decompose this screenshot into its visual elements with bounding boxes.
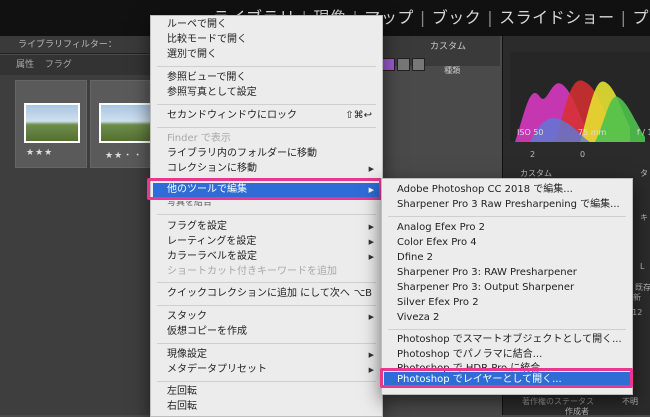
module-book[interactable]: ブック (432, 8, 482, 27)
lock-shortcut: ⇧⌘↩ (345, 110, 372, 121)
submenu-arrow-icon: ▶ (368, 238, 374, 246)
gray-swatch[interactable] (412, 58, 425, 71)
menu-open-reference[interactable]: 参照ビューで開く (167, 71, 246, 85)
menu-divider (157, 66, 376, 67)
menu-go-to-collection-label: コレクションに移動 (167, 163, 257, 174)
menu-open-compare[interactable]: 比較モードで開く (167, 33, 247, 47)
submenu-arrow-icon: ▶ (368, 165, 374, 173)
menu-divider (388, 329, 626, 330)
aperture: f / 14 (636, 128, 650, 137)
menu-divider (157, 127, 376, 128)
menu-set-color-label[interactable]: カラーラベルを設定 ▶ (167, 250, 382, 264)
annotation-highlight-edit-in (147, 178, 382, 200)
menu-quick-collection-label: クイックコレクションに追加 にして次へ (167, 288, 350, 299)
menu-set-rating-label: レーティングを設定 (167, 236, 257, 247)
menu-develop-settings-label: 現像設定 (167, 349, 207, 360)
quick-shortcut: ⌥B (353, 288, 372, 299)
stat-b: 0 (580, 150, 586, 159)
edit-in-submenu: Adobe Photoshop CC 2018 で編集... Sharpener… (381, 178, 633, 395)
menu-quick-collection-next[interactable]: クイックコレクションに追加 にして次へ ⌥B (167, 287, 382, 301)
stat-a: 2 (530, 150, 536, 159)
menu-set-rating[interactable]: レーティングを設定 ▶ (167, 235, 382, 249)
photo-thumbnail[interactable] (24, 103, 80, 143)
submenu-sharpener-output[interactable]: Sharpener Pro 3: Output Sharpener (397, 281, 574, 295)
menu-divider (157, 381, 376, 382)
submenu-color-efex[interactable]: Color Efex Pro 4 (397, 236, 477, 250)
menu-rotate-right[interactable]: 右回転 (167, 400, 197, 414)
panel-cut-c: L (640, 262, 645, 271)
exif-info: ISO 50 75 mm f / 14 (517, 128, 650, 137)
menu-create-virtual-copy[interactable]: 仮想コピーを作成 (167, 325, 247, 339)
menu-divider (388, 216, 626, 217)
submenu-dfine[interactable]: Dfine 2 (397, 251, 433, 265)
submenu-arrow-icon: ▶ (368, 351, 374, 359)
menu-open-survey[interactable]: 選別で開く (167, 48, 217, 62)
menu-divider (157, 282, 376, 283)
menu-divider (157, 343, 376, 344)
submenu-analog-efex[interactable]: Analog Efex Pro 2 (397, 221, 485, 235)
grid-cell[interactable]: ★★★ (15, 80, 87, 168)
menu-stack[interactable]: スタック ▶ (167, 310, 382, 324)
menu-metadata-presets[interactable]: メタデータプリセット ▶ (167, 363, 382, 377)
menu-metadata-presets-label: メタデータプリセット (167, 364, 267, 375)
submenu-viveza[interactable]: Viveza 2 (397, 311, 439, 325)
submenu-silver-efex[interactable]: Silver Efex Pro 2 (397, 296, 479, 310)
menu-rotate-left[interactable]: 左回転 (167, 385, 197, 399)
filter-row: 属性 フラグ (0, 55, 150, 75)
panel-cut-a: タ (640, 169, 648, 178)
library-filter-label: ライブラリフィルター： (18, 40, 117, 50)
custom-filter-label[interactable]: カスタム (430, 39, 466, 52)
filter-flag[interactable]: フラグ (45, 60, 72, 70)
menu-show-in-finder: Finder で表示 (167, 133, 231, 144)
menu-go-to-collection[interactable]: コレクションに移動 ▶ (167, 162, 382, 176)
color-label-swatches[interactable]: 種類 (382, 58, 460, 75)
submenu-open-smart-object[interactable]: Photoshop でスマートオブジェクトとして開く... (397, 333, 622, 347)
submenu-arrow-icon: ▶ (368, 223, 374, 231)
menu-lock-second-window[interactable]: セカンドウィンドウにロック ⇧⌘↩ (167, 109, 382, 123)
menu-lock-label: セカンドウィンドウにロック (167, 110, 297, 121)
submenu-merge-panorama[interactable]: Photoshop でパノラマに結合... (397, 348, 542, 362)
menu-set-color-label-label: カラーラベルを設定 (167, 251, 257, 262)
annotation-highlight-open-as-layers (380, 368, 633, 388)
menu-set-flag-label: フラグを設定 (167, 221, 227, 232)
context-menu: ルーペで開く 比較モードで開く 選別で開く 参照ビューで開く 参照写真として設定… (150, 15, 383, 417)
menu-divider (157, 305, 376, 306)
menu-divider (157, 214, 376, 215)
focal-length: 75 mm (578, 128, 607, 137)
menu-develop-settings[interactable]: 現像設定 ▶ (167, 348, 382, 362)
grid-cell[interactable]: ★★・・ (90, 80, 155, 168)
rating-stars: ★★★ (26, 148, 54, 158)
panel-cut-b: キ (640, 213, 648, 222)
submenu-arrow-icon: ▶ (368, 253, 374, 261)
submenu-edit-photoshop-cc[interactable]: Adobe Photoshop CC 2018 で編集... (397, 183, 573, 197)
module-print[interactable]: プ (633, 8, 650, 27)
library-filter-bar: ライブラリフィルター： (0, 36, 150, 54)
grid-view: ★★★ ★★・・ (0, 75, 155, 415)
menu-go-to-folder[interactable]: ライブラリ内のフォルダーに移動 (167, 147, 317, 161)
menu-set-reference[interactable]: 参照写真として設定 (167, 86, 257, 100)
submenu-edit-sharpener-raw[interactable]: Sharpener Pro 3 Raw Presharpening で編集... (397, 198, 620, 212)
menu-stack-label: スタック (167, 311, 207, 322)
purple-swatch[interactable] (382, 58, 395, 71)
filter-attribute[interactable]: 属性 (16, 60, 34, 70)
copyright-value: 不明 (622, 397, 638, 406)
module-slideshow[interactable]: スライドショー (499, 8, 615, 27)
copyright-status-label: 著作権のステータス (522, 397, 594, 406)
submenu-sharpener-raw-presharpener[interactable]: Sharpener Pro 3: RAW Presharpener (397, 266, 577, 280)
rating-stars: ★★・・ (105, 151, 144, 161)
kind-label: 種類 (444, 66, 461, 75)
menu-add-shortcut-keyword: ショートカット付きキーワードを追加 (167, 266, 337, 277)
iso-value: ISO 50 (517, 128, 544, 137)
menu-divider (157, 104, 376, 105)
submenu-arrow-icon: ▶ (368, 366, 374, 374)
submenu-arrow-icon: ▶ (368, 313, 374, 321)
menu-set-flag[interactable]: フラグを設定 ▶ (167, 220, 382, 234)
menu-open-loupe[interactable]: ルーペで開く (167, 18, 227, 32)
gray-swatch[interactable] (397, 58, 410, 71)
creator-label: 作成者 (565, 407, 589, 416)
photo-thumbnail[interactable] (99, 103, 155, 143)
